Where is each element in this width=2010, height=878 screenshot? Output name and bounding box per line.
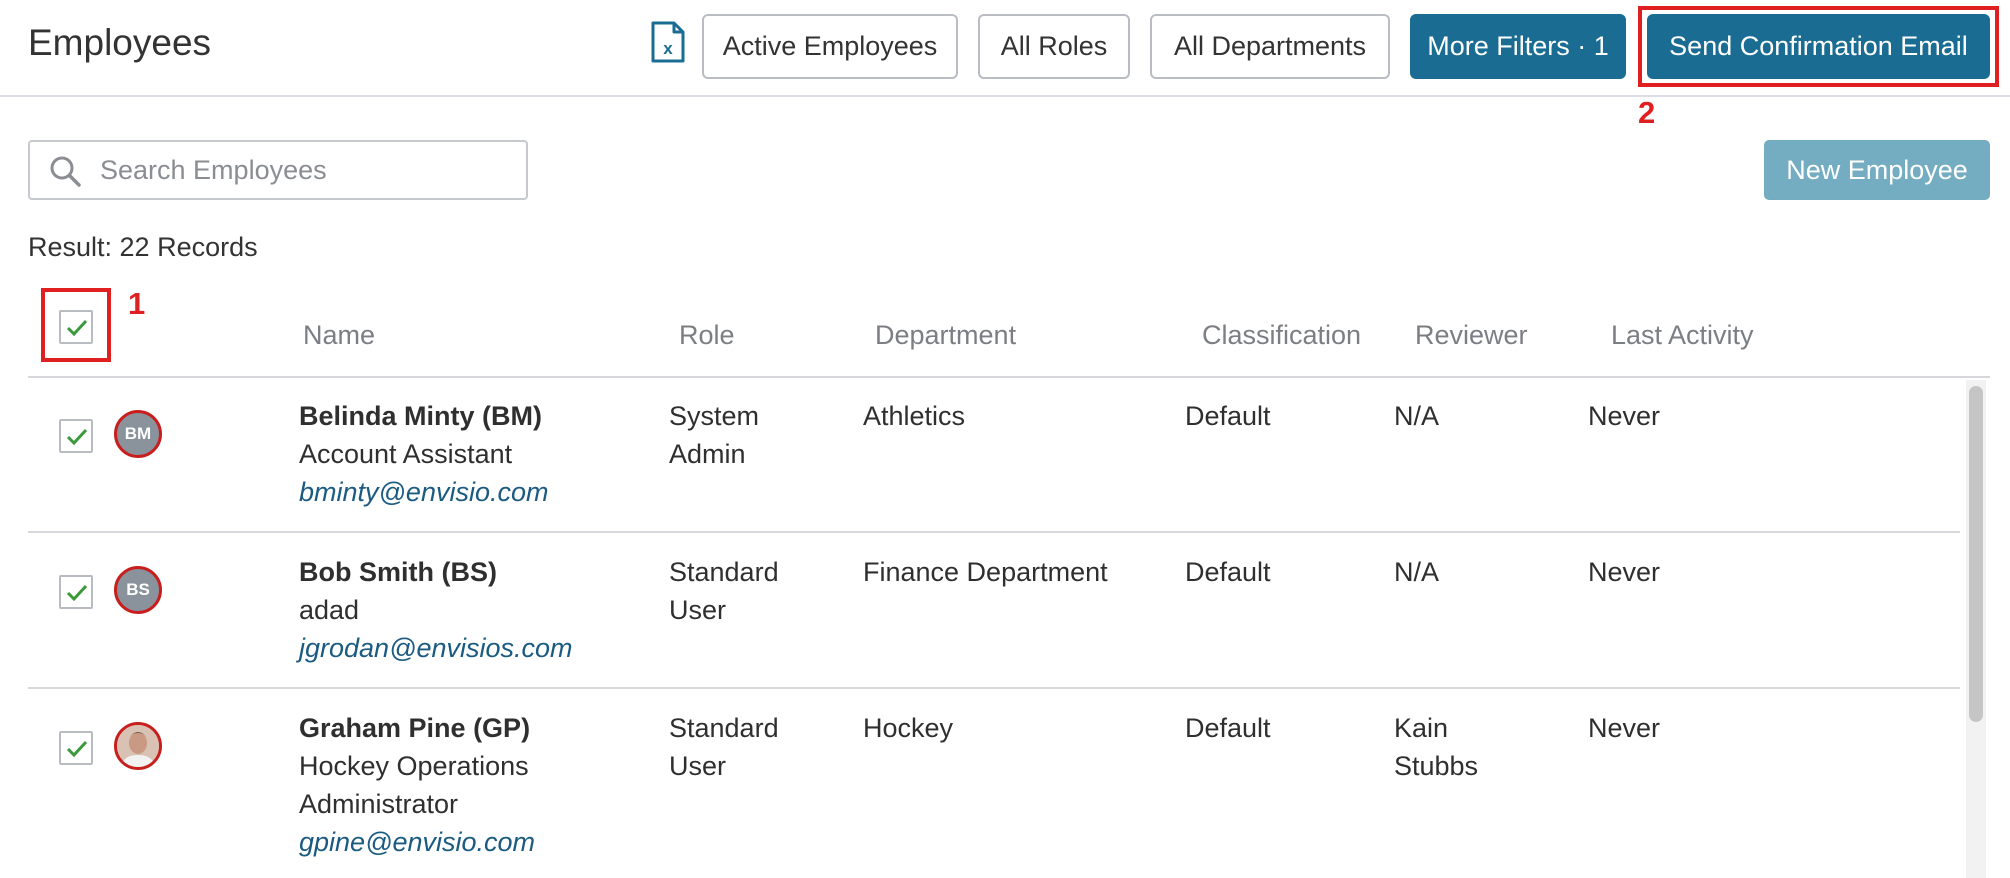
table-header-divider <box>28 376 1990 378</box>
column-header-department[interactable]: Department <box>875 320 1016 351</box>
active-employees-filter[interactable]: Active Employees <box>702 14 958 79</box>
row-divider <box>28 531 1960 533</box>
role-line: System <box>669 401 760 431</box>
avatar: BS <box>114 566 162 614</box>
row-checkbox[interactable] <box>59 575 93 609</box>
employee-name[interactable]: Graham Pine (GP) <box>299 709 535 747</box>
excel-export-icon[interactable]: x <box>650 21 686 63</box>
roles-filter[interactable]: All Roles <box>978 14 1130 79</box>
check-icon <box>66 584 88 602</box>
reviewer-cell: N/A <box>1394 557 1440 587</box>
last-activity-cell: Never <box>1588 401 1661 431</box>
check-icon <box>66 740 88 758</box>
departments-filter[interactable]: All Departments <box>1150 14 1390 79</box>
reviewer-cell: Kain Stubbs <box>1394 709 1478 785</box>
role-cell: Standard User <box>669 553 779 629</box>
row-checkbox[interactable] <box>59 731 93 765</box>
employee-name-cell: Graham Pine (GP) Hockey Operations Admin… <box>299 709 535 861</box>
avatar <box>114 722 162 770</box>
search-input[interactable] <box>100 150 510 190</box>
role-line: User <box>669 751 727 781</box>
reviewer-cell: N/A <box>1394 401 1440 431</box>
page-title: Employees <box>28 22 212 63</box>
page-header: Employees x Active Employees All Roles A… <box>0 0 2010 97</box>
new-employee-button[interactable]: New Employee <box>1764 140 1990 200</box>
result-count: Result: 22 Records <box>28 232 258 262</box>
employee-name-cell: Belinda Minty (BM) Account Assistant bmi… <box>299 397 549 511</box>
department-cell: Finance Department <box>863 557 1108 587</box>
role-line: Admin <box>669 439 746 469</box>
department-cell: Athletics <box>863 401 966 431</box>
role-line: Standard <box>669 557 779 587</box>
employee-title: Hockey Operations <box>299 751 529 781</box>
column-header-classification[interactable]: Classification <box>1202 320 1361 351</box>
column-header-reviewer[interactable]: Reviewer <box>1415 320 1528 351</box>
search-icon <box>50 156 81 187</box>
classification-cell: Default <box>1185 557 1271 587</box>
employee-title: adad <box>299 595 360 625</box>
reviewer-line: Kain <box>1394 713 1449 743</box>
employee-name[interactable]: Bob Smith (BS) <box>299 553 573 591</box>
annotation-number-1: 1 <box>128 286 146 321</box>
role-cell: Standard User <box>669 709 779 785</box>
avatar: BM <box>114 410 162 458</box>
role-line: Standard <box>669 713 779 743</box>
send-confirmation-email-button[interactable]: Send Confirmation Email <box>1647 14 1990 79</box>
search-box[interactable] <box>28 140 528 200</box>
row-checkbox[interactable] <box>59 419 93 453</box>
reviewer-line: Stubbs <box>1394 751 1479 781</box>
employee-email[interactable]: gpine@envisio.com <box>299 823 535 861</box>
select-all-checkbox[interactable] <box>59 310 93 344</box>
column-header-role[interactable]: Role <box>679 320 735 351</box>
department-cell: Hockey <box>863 713 954 743</box>
more-filters-button[interactable]: More Filters · 1 <box>1410 14 1626 79</box>
check-icon <box>66 319 88 337</box>
role-cell: System Admin <box>669 397 759 473</box>
last-activity-cell: Never <box>1588 557 1661 587</box>
employee-name-cell: Bob Smith (BS) adad jgrodan@envisios.com <box>299 553 573 667</box>
employee-title: Account Assistant <box>299 439 513 469</box>
employee-email[interactable]: jgrodan@envisios.com <box>299 629 573 667</box>
row-divider <box>28 687 1960 689</box>
classification-cell: Default <box>1185 401 1271 431</box>
column-header-last-activity[interactable]: Last Activity <box>1611 320 1754 351</box>
svg-text:x: x <box>663 39 673 58</box>
table-scrollbar-thumb[interactable] <box>1969 386 1983 722</box>
profile-photo-icon <box>117 725 159 767</box>
last-activity-cell: Never <box>1588 713 1661 743</box>
annotation-number-2: 2 <box>1638 95 1656 130</box>
check-icon <box>66 428 88 446</box>
column-header-name[interactable]: Name <box>303 320 375 351</box>
role-line: User <box>669 595 727 625</box>
employee-email[interactable]: bminty@envisio.com <box>299 473 549 511</box>
employee-title: Administrator <box>299 789 459 819</box>
classification-cell: Default <box>1185 713 1271 743</box>
employee-name[interactable]: Belinda Minty (BM) <box>299 397 549 435</box>
